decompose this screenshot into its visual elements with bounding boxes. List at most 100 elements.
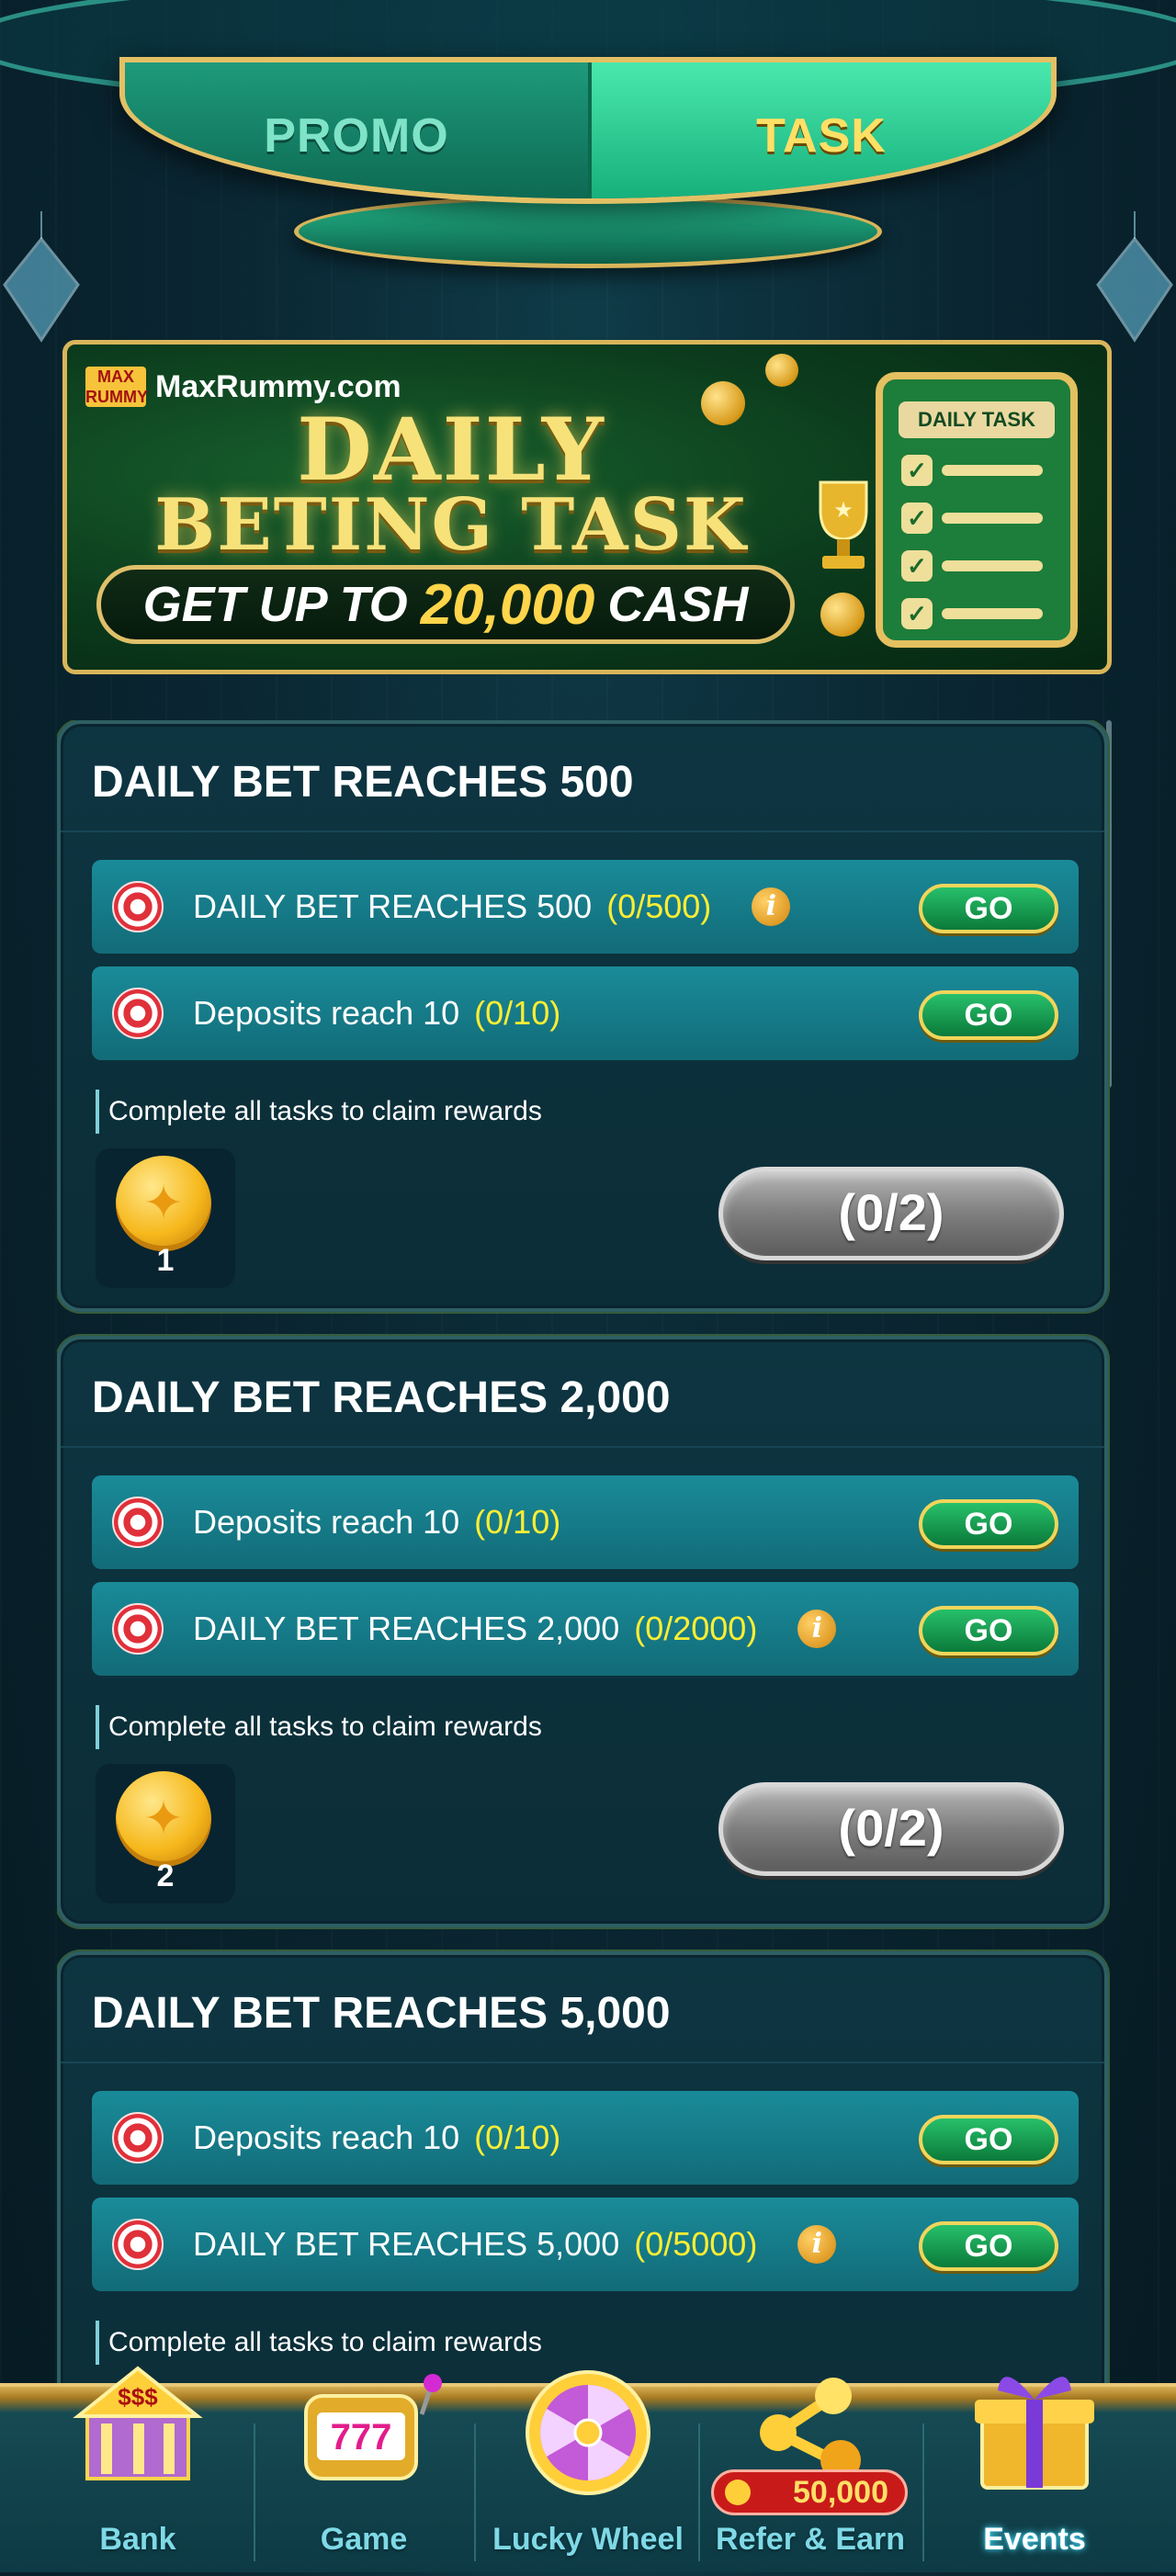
nav-bank-label: Bank: [99, 2522, 176, 2557]
task-text: Deposits reach 10: [193, 2118, 460, 2156]
task-row: DAILY BET REACHES 500 (0/500) i GO: [92, 860, 1079, 954]
claim-progress-button[interactable]: (0/2): [718, 1167, 1064, 1260]
task-row: Deposits reach 10 (0/10) GO: [92, 966, 1079, 1060]
task-row: Deposits reach 10 (0/10) GO: [92, 1475, 1079, 1569]
gold-coin-icon: [116, 1771, 211, 1867]
nav-lucky-wheel[interactable]: Lucky Wheel: [478, 2370, 698, 2576]
task-row: DAILY BET REACHES 2,000 (0/2000) i GO: [92, 1582, 1079, 1676]
nav-refer-earn[interactable]: 50,000 Refer & Earn: [700, 2378, 921, 2576]
target-icon: [112, 881, 164, 932]
task-text: Deposits reach 10: [193, 1503, 460, 1541]
task-card: DAILY BET REACHES 500 DAILY BET REACHES …: [57, 720, 1108, 1312]
clipboard-check-row: ✓: [901, 455, 1070, 486]
daily-task-banner[interactable]: MAX RUMMY MaxRummy.com DAILY BETING TASK…: [62, 340, 1112, 674]
nav-events-label: Events: [983, 2522, 1086, 2557]
lucky-wheel-icon: [526, 2370, 650, 2495]
check-icon: ✓: [901, 503, 933, 534]
banner-title-line2: BETING TASK: [154, 483, 748, 567]
nav-game-label: Game: [320, 2522, 408, 2557]
tab-task-label: TASK: [756, 109, 887, 163]
task-text: Deposits reach 10: [193, 994, 460, 1032]
clipboard-line: [942, 465, 1043, 476]
clipboard-title: DAILY TASK: [899, 401, 1055, 438]
clipboard-line: [942, 608, 1043, 619]
claim-note: Complete all tasks to claim rewards: [96, 1090, 542, 1134]
gold-coin-icon: [116, 1156, 211, 1251]
reward-quantity: 1: [156, 1243, 175, 1278]
nav-events[interactable]: Events: [924, 2377, 1145, 2576]
brand-logo: MAX RUMMY: [85, 367, 148, 407]
nav-bank[interactable]: $$$ Bank: [28, 2366, 248, 2576]
task-progress: (0/10): [474, 1503, 561, 1541]
clipboard-line: [942, 513, 1043, 524]
reward-item: 1: [96, 1148, 235, 1288]
info-icon[interactable]: i: [797, 1610, 837, 1648]
nav-game[interactable]: 777 Game: [254, 2374, 474, 2576]
check-icon: ✓: [901, 598, 933, 629]
banner-title: DAILY BETING TASK: [120, 400, 782, 567]
clipboard-line: [942, 560, 1043, 571]
slot-machine-icon: 777: [304, 2374, 442, 2480]
tab-promo-label: PROMO: [264, 109, 449, 163]
claim-progress-button[interactable]: (0/2): [718, 1782, 1064, 1876]
info-icon[interactable]: i: [752, 887, 791, 926]
coin-decoration-icon: [820, 593, 865, 637]
task-progress: (0/2000): [634, 1610, 758, 1647]
clipboard-check-row: ✓: [901, 598, 1070, 629]
task-card-title: DAILY BET REACHES 5,000: [61, 1955, 1104, 2063]
task-progress: (0/10): [474, 2118, 561, 2156]
clipboard-check-row: ✓: [901, 550, 1070, 582]
tab-promo[interactable]: PROMO: [125, 62, 588, 198]
go-button[interactable]: GO: [919, 2221, 1058, 2271]
info-icon[interactable]: i: [797, 2225, 837, 2264]
target-icon: [112, 2112, 164, 2164]
go-button[interactable]: GO: [919, 2115, 1058, 2164]
go-button[interactable]: GO: [919, 990, 1058, 1040]
reward-quantity: 2: [156, 1859, 175, 1893]
tab-platform: PROMO TASK: [0, 0, 1176, 331]
check-icon: ✓: [901, 455, 933, 486]
task-card: DAILY BET REACHES 2,000 Deposits reach 1…: [57, 1336, 1108, 1927]
task-card-title: DAILY BET REACHES 500: [61, 724, 1104, 832]
gift-box-icon: [975, 2377, 1094, 2490]
target-icon: [112, 2219, 164, 2270]
task-text: DAILY BET REACHES 500: [193, 887, 593, 925]
nav-lucky-wheel-label: Lucky Wheel: [492, 2522, 684, 2557]
svg-text:★: ★: [833, 498, 854, 523]
svg-text:$$$: $$$: [118, 2383, 158, 2411]
task-list[interactable]: DAILY BET REACHES 500 DAILY BET REACHES …: [57, 720, 1112, 2383]
platform-disc: [294, 195, 882, 268]
task-card: DAILY BET REACHES 5,000 Deposits reach 1…: [57, 1951, 1108, 2383]
coin-decoration-icon: [765, 354, 798, 387]
coin-icon: [725, 2480, 751, 2505]
bottom-nav: $$$ Bank 777 Game Lucky Wheel 50,000 Ref…: [0, 2366, 1176, 2572]
coin-decoration-icon: [701, 381, 745, 425]
check-icon: ✓: [901, 550, 933, 582]
task-row: Deposits reach 10 (0/10) GO: [92, 2091, 1079, 2185]
task-text: DAILY BET REACHES 5,000: [193, 2225, 620, 2263]
task-card-title: DAILY BET REACHES 2,000: [61, 1339, 1104, 1448]
go-button[interactable]: GO: [919, 1606, 1058, 1655]
task-row: DAILY BET REACHES 5,000 (0/5000) i GO: [92, 2198, 1079, 2291]
banner-cta-prefix: GET UP TO: [142, 577, 408, 632]
claim-note: Complete all tasks to claim rewards: [96, 1705, 542, 1749]
clipboard-check-row: ✓: [901, 503, 1070, 534]
banner-title-line1: DAILY: [297, 400, 605, 501]
tab-bar: PROMO TASK: [119, 57, 1057, 204]
target-icon: [112, 1497, 164, 1548]
banner-cta: GET UP TO 20,000 CASH: [96, 565, 795, 644]
target-icon: [112, 988, 164, 1039]
banner-cta-suffix: CASH: [607, 577, 749, 632]
claim-note: Complete all tasks to claim rewards: [96, 2321, 542, 2365]
task-progress: (0/5000): [634, 2225, 758, 2263]
go-button[interactable]: GO: [919, 884, 1058, 933]
nav-divider: [474, 2423, 476, 2561]
go-button[interactable]: GO: [919, 1499, 1058, 1549]
target-icon: [112, 1603, 164, 1655]
banner-cta-amount: 20,000: [420, 572, 595, 637]
tab-task[interactable]: TASK: [588, 62, 1051, 198]
refer-earn-badge: 50,000: [711, 2469, 908, 2515]
task-clipboard-icon: DAILY TASK ✓ ✓ ✓ ✓: [876, 372, 1078, 648]
task-progress: (0/10): [474, 994, 561, 1032]
trophy-icon: ★: [819, 480, 868, 569]
